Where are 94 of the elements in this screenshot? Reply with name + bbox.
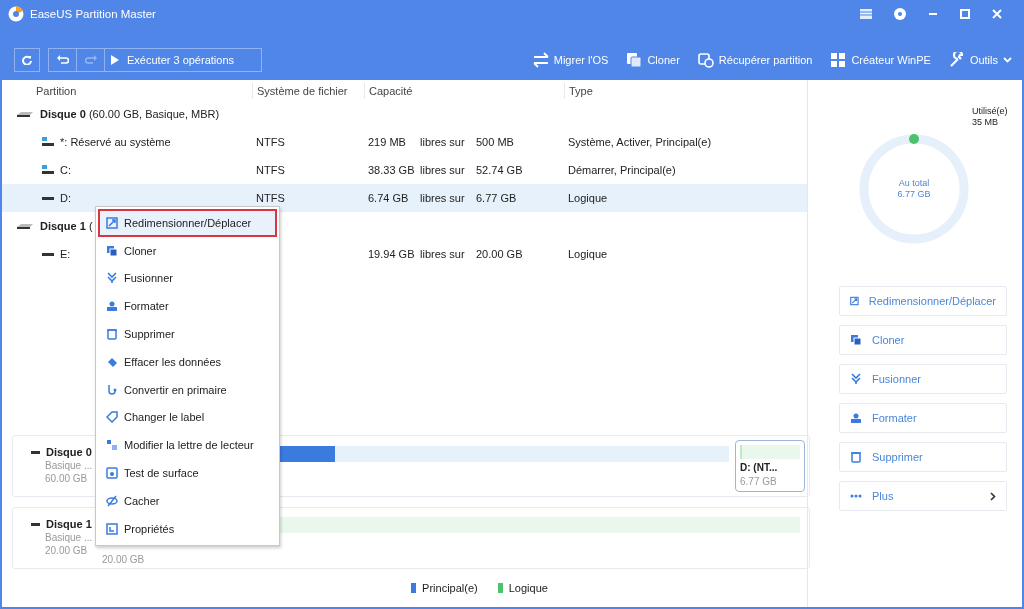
system-partition-icon — [42, 137, 54, 147]
table-cell-text: 38.33 GB — [368, 164, 416, 176]
app-logo — [8, 6, 24, 22]
toolbar-button[interactable]: Cloner — [626, 52, 680, 68]
action-button[interactable]: Supprimer — [839, 442, 1007, 472]
recover-icon — [697, 52, 714, 68]
usage-marker — [909, 134, 919, 144]
partition-name: C: — [60, 164, 71, 176]
trash-icon — [106, 328, 118, 341]
system-partition-icon — [42, 165, 54, 175]
column-header[interactable]: Partition — [2, 83, 252, 99]
chevron-right-icon — [990, 491, 996, 501]
table-cell-text: 6.74 GB — [368, 192, 410, 204]
swap-arrows-icon — [532, 52, 549, 68]
table-cell-text: Logique — [567, 248, 609, 260]
maximize-icon[interactable] — [960, 9, 970, 19]
windows-icon — [830, 52, 847, 68]
toolbar-button[interactable]: Migrer l'OS — [532, 52, 609, 68]
toolbar-button[interactable]: Outils — [948, 52, 1012, 68]
menu-item[interactable]: Redimensionner/Déplacer — [98, 209, 277, 237]
table-cell: 20.00 GB — [476, 248, 523, 260]
table-cell-text: 19.94 GB — [368, 248, 416, 260]
table-cell: 52.74 GB — [476, 164, 523, 176]
tag-icon — [106, 411, 118, 424]
help-icon[interactable] — [894, 8, 906, 20]
used-value: 35 MB — [972, 117, 999, 128]
properties-icon — [106, 522, 118, 535]
legend-label: Logique — [508, 582, 548, 594]
action-button[interactable]: Fusionner — [839, 364, 1007, 394]
partition-name: E: — [60, 248, 71, 260]
disk-size: 60.00 GB — [44, 473, 89, 484]
partition-label: D: (NT... — [740, 462, 779, 473]
disk-type: Basique ... — [44, 460, 94, 471]
action-button[interactable]: Cloner — [839, 325, 1007, 355]
column-header[interactable]: Capacité — [364, 83, 564, 99]
wrench-icon — [948, 52, 965, 68]
table-cell: 500 MB — [476, 136, 514, 148]
format-icon — [106, 300, 118, 313]
merge-icon — [106, 272, 118, 285]
legend-label: Principal(e) — [422, 582, 478, 594]
table-cell-text: Système, Activer, Principal(e) — [567, 136, 713, 148]
partition-block[interactable]: D: (NT... 6.77 GB — [735, 440, 805, 492]
disk-scan-icon — [106, 467, 118, 480]
table-cell-text: 219 MB — [368, 136, 407, 148]
toolbar-button[interactable]: Récupérer partition — [697, 52, 813, 68]
play-icon — [111, 55, 119, 65]
window-title: EaseUS Partition Master — [30, 7, 156, 22]
partition-icon — [42, 196, 54, 200]
column-header[interactable]: Système de fichier — [252, 83, 364, 99]
refresh-button[interactable] — [14, 48, 40, 72]
trash-icon — [850, 451, 862, 463]
eraser-icon — [106, 355, 118, 368]
partition-icon — [42, 252, 54, 256]
convert-icon — [106, 383, 118, 396]
used-label: Utilisé(e) — [972, 106, 1009, 117]
total-label: Au total — [898, 178, 930, 189]
disk-type: Basique ... — [44, 532, 94, 543]
disk-name: Disque 1 — [46, 518, 92, 530]
resize-icon — [106, 216, 118, 229]
close-icon[interactable] — [992, 9, 1002, 19]
drive-letter-icon — [106, 439, 118, 452]
action-button[interactable]: Plus — [839, 481, 1007, 511]
chevron-down-icon — [1003, 57, 1012, 63]
action-button[interactable]: Redimensionner/Déplacer — [839, 286, 1007, 316]
table-cell-text: libres sur — [420, 136, 466, 148]
table-cell-text: libres sur — [420, 248, 466, 260]
disk-name: Disque 0 — [46, 446, 92, 458]
action-button[interactable]: Formater — [839, 403, 1007, 433]
hidden-eye-icon — [106, 494, 118, 507]
partition-size: 20.00 GB — [102, 554, 146, 565]
merge-icon — [850, 373, 862, 385]
disk-name: Disque 1 ( — [40, 220, 93, 232]
partition-name: *: Réservé au système — [60, 136, 171, 148]
copy-icon — [626, 52, 643, 68]
partition-size: 6.77 GB — [740, 476, 778, 487]
column-header[interactable]: Type — [564, 83, 807, 99]
table-cell-text: Démarrer, Principal(e) — [567, 164, 677, 176]
table-cell-text: NTFS — [255, 164, 286, 176]
refresh-icon — [22, 55, 32, 65]
partition-name: D: — [60, 192, 71, 204]
table-cell-text: NTFS — [255, 136, 286, 148]
toolbar-button[interactable]: Créateur WinPE — [830, 52, 931, 68]
table-cell-text: libres sur — [420, 192, 466, 204]
table-cell-text: libres sur — [420, 164, 466, 176]
resize-icon — [850, 295, 859, 307]
copy-icon — [106, 244, 118, 257]
table-cell-text: Logique — [567, 192, 609, 204]
format-icon — [850, 412, 862, 424]
table-cell: 6.77 GB — [476, 192, 517, 204]
total-value: 6.77 GB — [897, 189, 931, 200]
disk-name: Disque 0 (60.00 GB, Basique, MBR) — [40, 108, 220, 120]
disk-size: 20.00 GB — [44, 545, 89, 556]
table-cell-text: NTFS — [255, 192, 286, 204]
copy-icon — [850, 334, 862, 346]
